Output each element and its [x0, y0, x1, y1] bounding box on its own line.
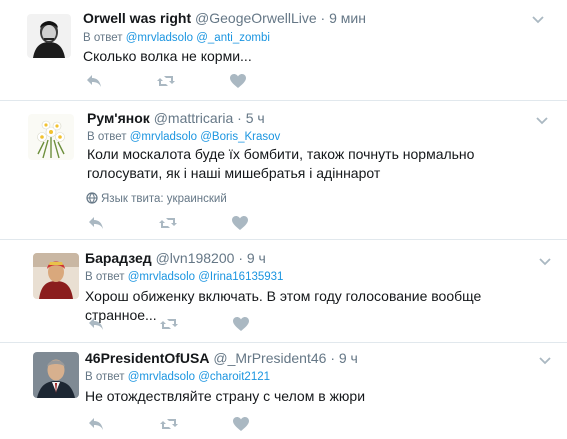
separator: · — [238, 250, 243, 266]
tweet-text: Не отождествляйте страну с челом в жюри — [85, 388, 366, 404]
tweet-header: Orwell was right @GeogeOrwellLive · 9 ми… — [83, 9, 366, 27]
tweet-text: Коли москалота буде їх бомбити, також по… — [87, 146, 475, 181]
tweet-header: Рум'янок @mattricaria · 5 ч — [87, 109, 265, 127]
tweet-language: Язык твита: украинский — [86, 192, 227, 208]
tweet-actions — [87, 315, 257, 333]
mention-link[interactable]: @Irina16135931 — [198, 271, 283, 283]
avatar[interactable] — [28, 114, 74, 160]
tweet-header: 46PresidentOfUSA @_MrPresident46 · 9 ч — [85, 349, 358, 367]
tweet[interactable]: Барадзед @lvn198200 · 9 ч В ответ @mrvla… — [0, 240, 567, 343]
tweet-header: Барадзед @lvn198200 · 9 ч — [85, 249, 266, 267]
username[interactable]: @_MrPresident46 — [213, 350, 326, 366]
tweet-text: Сколько волка не корми... — [83, 48, 252, 64]
retweet-icon[interactable] — [159, 315, 179, 333]
mention-link[interactable]: @Boris_Krasov — [200, 131, 280, 143]
tweet[interactable]: Рум'янок @mattricaria · 5 ч В ответ @mrv… — [0, 101, 567, 240]
chevron-down-icon[interactable] — [537, 352, 553, 368]
retweet-icon[interactable] — [159, 415, 179, 433]
username[interactable]: @GeogeOrwellLive — [195, 10, 317, 26]
reply-context: В ответ @mrvladsolo @_anti_zombi — [83, 31, 270, 45]
reply-icon[interactable] — [85, 72, 103, 90]
mention-link[interactable]: @_anti_zombi — [196, 32, 270, 44]
mention-link[interactable]: @mrvladsolo — [130, 131, 197, 143]
timestamp[interactable]: 9 мин — [329, 10, 366, 26]
reply-icon[interactable] — [87, 315, 105, 333]
chevron-down-icon[interactable] — [530, 11, 546, 27]
chevron-down-icon[interactable] — [537, 253, 553, 269]
timestamp[interactable]: 5 ч — [246, 110, 265, 126]
reply-icon[interactable] — [87, 214, 105, 232]
tweet[interactable]: Orwell was right @GeogeOrwellLive · 9 ми… — [0, 0, 567, 101]
username[interactable]: @mattricaria — [154, 110, 234, 126]
mention-link[interactable]: @mrvladsolo — [126, 32, 193, 44]
tweet[interactable]: 46PresidentOfUSA @_MrPresident46 · 9 ч В… — [0, 343, 567, 439]
reply-prefix: В ответ — [85, 371, 125, 383]
reply-context: В ответ @mrvladsolo @charoit2121 — [85, 370, 270, 384]
tweet-language-label[interactable]: Язык твита: украинский — [101, 193, 227, 205]
heart-icon[interactable] — [232, 415, 250, 433]
chevron-down-icon[interactable] — [534, 112, 550, 128]
display-name[interactable]: Барадзед — [85, 250, 152, 266]
separator: · — [237, 110, 242, 126]
retweet-icon[interactable] — [156, 72, 176, 90]
tweet-actions — [85, 72, 255, 90]
avatar[interactable] — [33, 253, 79, 299]
reply-prefix: В ответ — [85, 271, 125, 283]
avatar[interactable] — [33, 352, 79, 398]
heart-icon[interactable] — [231, 214, 249, 232]
reply-prefix: В ответ — [83, 32, 123, 44]
avatar[interactable] — [27, 14, 71, 58]
reply-prefix: В ответ — [87, 131, 127, 143]
mention-link[interactable]: @mrvladsolo — [128, 371, 195, 383]
separator: · — [330, 350, 335, 366]
username[interactable]: @lvn198200 — [156, 250, 235, 266]
globe-icon — [86, 192, 98, 208]
tweet-actions — [87, 415, 257, 433]
reply-context: В ответ @mrvladsolo @Irina16135931 — [85, 270, 283, 284]
reply-icon[interactable] — [87, 415, 105, 433]
display-name[interactable]: Orwell was right — [83, 10, 191, 26]
heart-icon[interactable] — [232, 315, 250, 333]
display-name[interactable]: Рум'янок — [87, 110, 150, 126]
tweet-actions — [87, 214, 257, 232]
mention-link[interactable]: @mrvladsolo — [128, 271, 195, 283]
heart-icon[interactable] — [229, 72, 247, 90]
timestamp[interactable]: 9 ч — [339, 350, 358, 366]
timestamp[interactable]: 9 ч — [247, 250, 266, 266]
reply-context: В ответ @mrvladsolo @Boris_Krasov — [87, 130, 280, 144]
separator: · — [320, 10, 326, 26]
display-name[interactable]: 46PresidentOfUSA — [85, 350, 209, 366]
mention-link[interactable]: @charoit2121 — [198, 371, 270, 383]
retweet-icon[interactable] — [158, 214, 178, 232]
